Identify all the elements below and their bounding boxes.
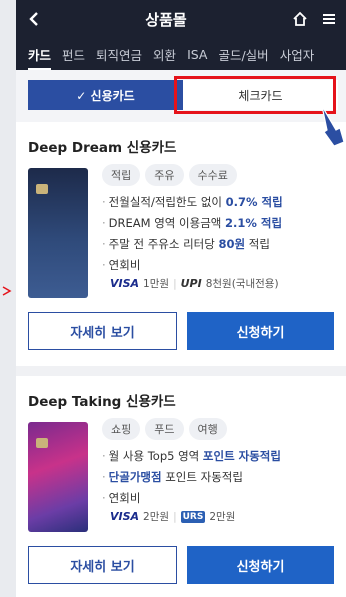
apply-button[interactable]: 신청하기 <box>187 546 334 584</box>
card-item-deep-dream: Deep Dream 신용카드 VISA 적립 주유 수수료 · 전월실적/적립한… <box>16 122 346 366</box>
card-title[interactable]: Deep Taking 신용카드 <box>28 390 334 410</box>
tab-credit-card[interactable]: ✓ 신용카드 <box>28 80 183 110</box>
detail-button[interactable]: 자세히 보기 <box>28 312 177 350</box>
upi-brand: UPI <box>180 277 202 290</box>
benefit-line: · 단골가맹점 포인트 자동적립 <box>102 470 243 484</box>
annual-fee-label: · 연회비 <box>102 491 141 505</box>
tab-business[interactable]: 사업자 <box>280 45 315 64</box>
visa-brand: VISA <box>110 277 140 290</box>
visa-logo: VISA <box>18 258 31 288</box>
back-icon[interactable] <box>28 11 40 27</box>
hand-pointer-icon <box>321 105 345 147</box>
annual-fee-label: · 연회비 <box>102 258 141 272</box>
tab-card[interactable]: 카드 <box>28 45 52 70</box>
top-bar: 상품몰 <box>16 0 346 38</box>
benefit-tag: 푸드 <box>145 418 184 440</box>
benefit-tag: 적립 <box>102 164 141 186</box>
card-image[interactable] <box>28 422 88 532</box>
divider <box>16 366 346 376</box>
highlight-box <box>174 76 336 114</box>
apply-button[interactable]: 신청하기 <box>187 312 334 350</box>
side-arrow-icon <box>2 286 12 296</box>
tab-gold-silver[interactable]: 골드/실버 <box>218 45 268 64</box>
page-title: 상품몰 <box>145 10 187 29</box>
card-title[interactable]: Deep Dream 신용카드 <box>28 136 334 156</box>
benefit-tag: 수수료 <box>188 164 237 186</box>
chip-icon <box>36 184 48 194</box>
menu-icon[interactable] <box>322 12 336 26</box>
annual-fee-values: VISA 1만원 | UPI 8천원(국내전용) <box>110 277 279 290</box>
visa-brand: VISA <box>110 510 140 523</box>
fee-amount: 8천원(국내전용) <box>205 278 279 290</box>
urs-brand: URS <box>180 510 206 523</box>
tab-fund[interactable]: 펀드 <box>62 45 85 64</box>
detail-button[interactable]: 자세히 보기 <box>28 546 177 584</box>
benefit-tag: 여행 <box>188 418 227 440</box>
benefit-tag: 쇼핑 <box>102 418 141 440</box>
tab-pension[interactable]: 퇴직연금 <box>96 45 142 64</box>
benefit-line: · 월 사용 Top5 영역 포인트 자동적립 <box>102 449 281 463</box>
benefit-line: · DREAM 영역 이용금액 2.1% 적립 <box>102 216 283 230</box>
tab-forex[interactable]: 외환 <box>153 45 176 64</box>
subtabs-area: ✓ 신용카드 체크카드 <box>16 70 346 147</box>
card-item-deep-taking: Deep Taking 신용카드 쇼핑 푸드 여행 · 월 사용 Top5 영역 … <box>16 376 346 597</box>
fee-amount: 1만원 <box>143 278 170 290</box>
benefit-tag: 주유 <box>145 164 184 186</box>
tab-isa[interactable]: ISA <box>187 47 207 62</box>
home-icon[interactable] <box>292 11 308 27</box>
benefit-line: · 전월실적/적립한도 없이 0.7% 적립 <box>102 195 283 209</box>
fee-amount: 2만원 <box>209 511 236 523</box>
card-image[interactable]: VISA <box>18 168 88 298</box>
benefit-line: · 주말 전 주유소 리터당 80원 적립 <box>102 237 270 251</box>
fee-amount: 2만원 <box>143 511 170 523</box>
chip-icon <box>36 438 48 448</box>
annual-fee-values: VISA 2만원 | URS 2만원 <box>110 510 236 523</box>
app-frame: 상품몰 카드 펀드 퇴직연금 외환 ISA 골드/실버 사업자 ✓ 신용카드 체… <box>16 0 346 597</box>
category-nav: 카드 펀드 퇴직연금 외환 ISA 골드/실버 사업자 <box>16 38 346 70</box>
